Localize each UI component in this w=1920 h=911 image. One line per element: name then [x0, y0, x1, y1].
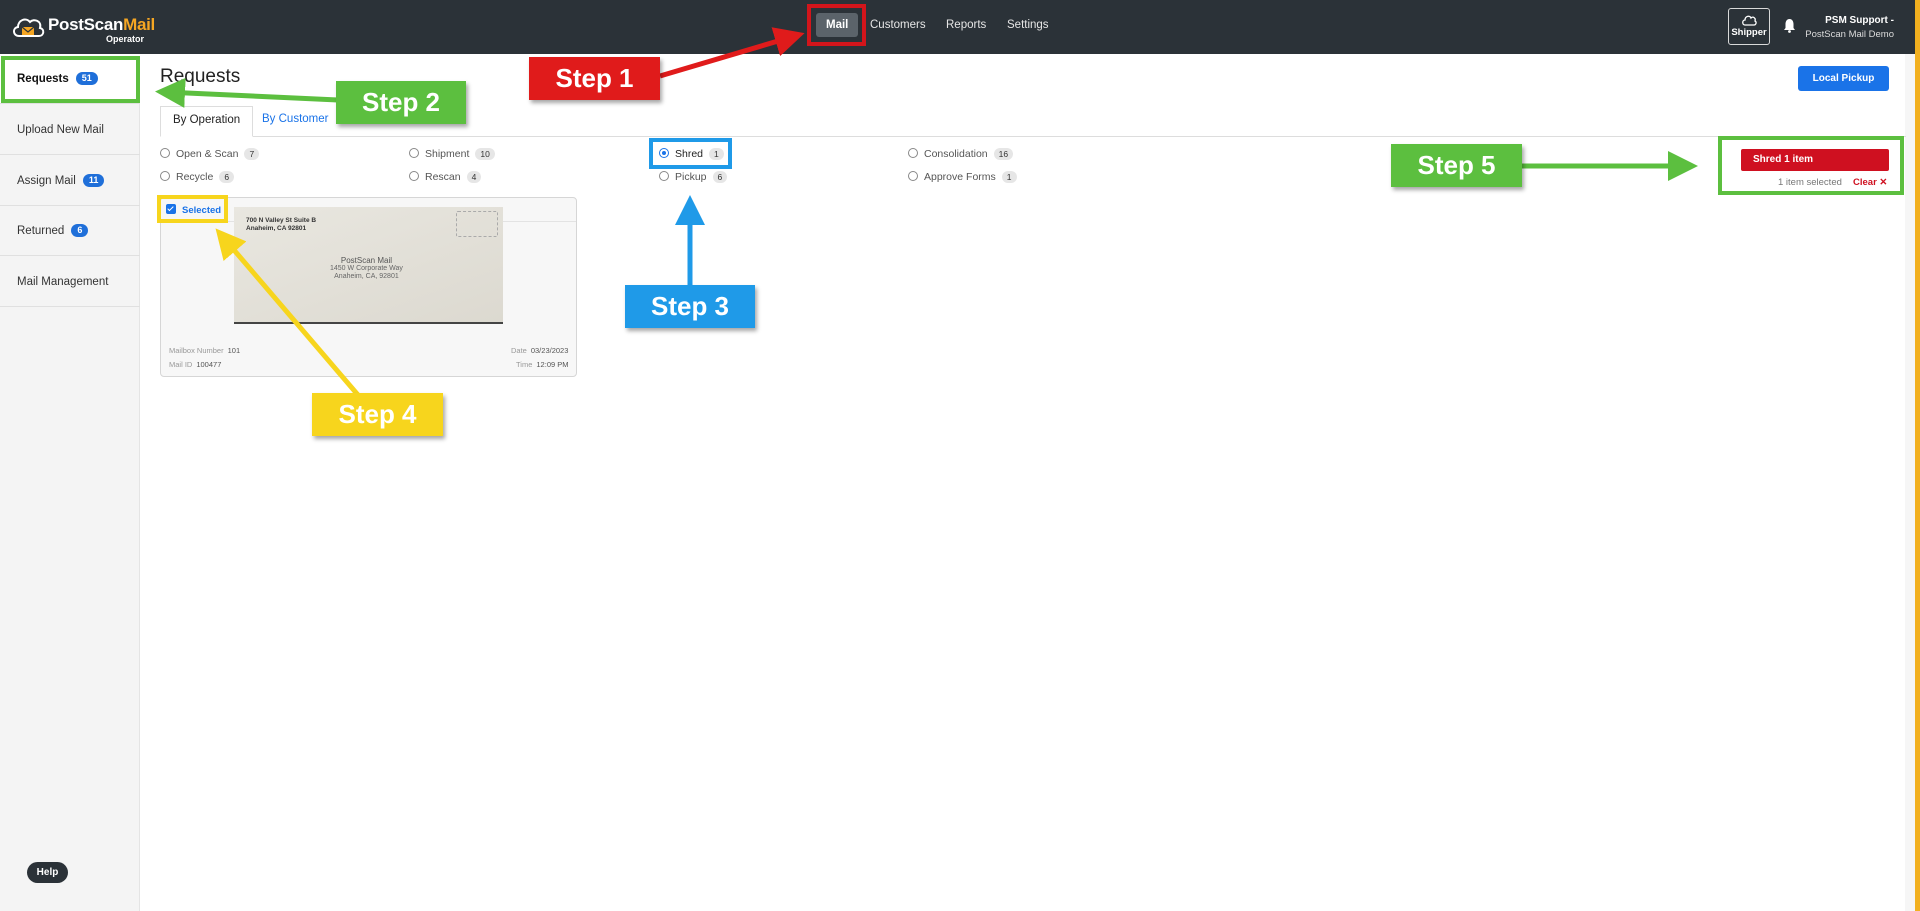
radio-button[interactable]	[908, 148, 918, 158]
operation-open-scan[interactable]: Open & Scan 7	[160, 147, 260, 161]
count-badge: 16	[993, 148, 1014, 160]
step4-highlight-box	[157, 195, 228, 223]
sidebar-item-upload-new-mail[interactable]: Upload New Mail	[0, 105, 140, 155]
address-line: PostScan Mail	[340, 256, 393, 265]
page-title: Requests	[160, 66, 241, 87]
count-badge: 6	[71, 224, 89, 237]
sidebar-item-returned[interactable]: Returned 6	[0, 206, 140, 256]
user-organization: PostScan Mail Demo	[1805, 29, 1894, 40]
sidebar-item-mail-management[interactable]: Mail Management	[0, 257, 140, 307]
tabs-divider	[160, 136, 1906, 137]
operation-shipment[interactable]: Shipment 10	[409, 147, 495, 161]
mail-id: Mail ID 100477	[169, 360, 222, 369]
operation-label: Rescan	[425, 171, 461, 183]
operation-label: Consolidation	[924, 148, 988, 160]
count-badge: 10	[475, 148, 495, 160]
step4-label: Step 4	[312, 393, 443, 436]
count-badge: 11	[82, 174, 105, 187]
operation-pickup[interactable]: Pickup 6	[659, 170, 728, 184]
step5-highlight-box	[1718, 136, 1904, 195]
nav-reports[interactable]: Reports	[946, 13, 986, 37]
operation-approve-forms[interactable]: Approve Forms 1	[908, 170, 1017, 184]
count-badge: 7	[244, 148, 260, 160]
address-line: 700 N Valley St Suite B	[246, 217, 317, 224]
sidebar-item-label: Assign Mail	[17, 175, 76, 187]
mailbox-number: Mailbox Number 101	[169, 346, 241, 355]
sidebar: Requests 51 Upload New Mail Assign Mail 11…	[0, 54, 140, 911]
envelope-scan-image[interactable]: 700 N Valley St Suite B Anaheim, CA 9280…	[234, 207, 503, 324]
radio-button[interactable]	[659, 171, 669, 181]
local-pickup-button[interactable]: Local Pickup	[1798, 66, 1889, 91]
step2-highlight-box	[1, 56, 140, 103]
top-bar: PostScanMail Operator Mail Customers Rep…	[0, 0, 1920, 54]
count-badge: 6	[219, 171, 235, 183]
tab-by-operation[interactable]: By Operation	[160, 106, 254, 137]
operation-recycle[interactable]: Recycle 6	[160, 170, 235, 184]
radio-button[interactable]	[160, 171, 170, 181]
nav-settings[interactable]: Settings	[1007, 13, 1049, 37]
address-line: Anaheim, CA 92801	[246, 225, 307, 232]
radio-button[interactable]	[160, 148, 170, 158]
operation-label: Open & Scan	[176, 148, 239, 160]
count-badge: 6	[712, 171, 728, 183]
mail-date: Date 03/23/2023	[511, 346, 569, 355]
operation-rescan[interactable]: Rescan 4	[409, 170, 482, 184]
scrollbar-track[interactable]	[1905, 54, 1915, 911]
count-badge: 1	[1001, 171, 1017, 183]
step2-arrow	[155, 77, 339, 108]
user-name[interactable]: PSM Support -	[1825, 15, 1894, 26]
operation-label: Shipment	[425, 148, 470, 160]
operation-label: Pickup	[675, 171, 707, 183]
address-line: Anaheim, CA, 92801	[334, 273, 399, 280]
nav-customers[interactable]: Customers	[870, 13, 926, 37]
shipper-button[interactable]: Shipper	[1728, 8, 1770, 45]
app-logo[interactable]: PostScanMail Operator	[10, 10, 160, 46]
sidebar-item-label: Returned	[17, 225, 65, 237]
bell-icon[interactable]	[1783, 18, 1796, 33]
sidebar-item-label: Upload New Mail	[17, 124, 104, 136]
step3-highlight-box	[649, 138, 732, 169]
tab-by-customer[interactable]: By Customer	[250, 106, 340, 137]
radio-button[interactable]	[908, 171, 918, 181]
cloud-mail-icon	[13, 18, 45, 37]
count-badge: 4	[466, 171, 482, 183]
operation-label: Recycle	[176, 171, 214, 183]
step1-label: Step 1	[529, 57, 660, 100]
postage-stamp	[456, 211, 498, 237]
logo-text: PostScanMail	[48, 15, 155, 34]
mail-card[interactable]: 700 N Valley St Suite B Anaheim, CA 9280…	[160, 197, 577, 377]
radio-button[interactable]	[409, 171, 419, 181]
right-accent-bar	[1915, 0, 1920, 911]
logo-subtitle: Operator	[106, 34, 145, 44]
step2-label: Step 2	[336, 81, 466, 124]
operation-label: Approve Forms	[924, 171, 996, 183]
address-line: 1450 W Corporate Way	[330, 265, 403, 272]
help-button[interactable]: Help	[27, 862, 68, 883]
envelope-return-address: 700 N Valley St Suite B Anaheim, CA 9280…	[246, 217, 316, 233]
operation-consolidation[interactable]: Consolidation 16	[908, 147, 1014, 161]
sidebar-item-label: Mail Management	[17, 276, 109, 288]
shipper-label: Shipper	[1731, 27, 1767, 38]
radio-button[interactable]	[409, 148, 419, 158]
mail-time: Time 12:09 PM	[516, 360, 569, 369]
cloud-icon	[1742, 15, 1757, 26]
step3-label: Step 3	[625, 285, 755, 328]
envelope-recipient-address: PostScan Mail 1450 W Corporate Way Anahe…	[330, 257, 403, 281]
sidebar-item-assign-mail[interactable]: Assign Mail 11	[0, 156, 140, 206]
step5-label: Step 5	[1391, 144, 1522, 187]
step1-highlight-box	[807, 4, 866, 46]
